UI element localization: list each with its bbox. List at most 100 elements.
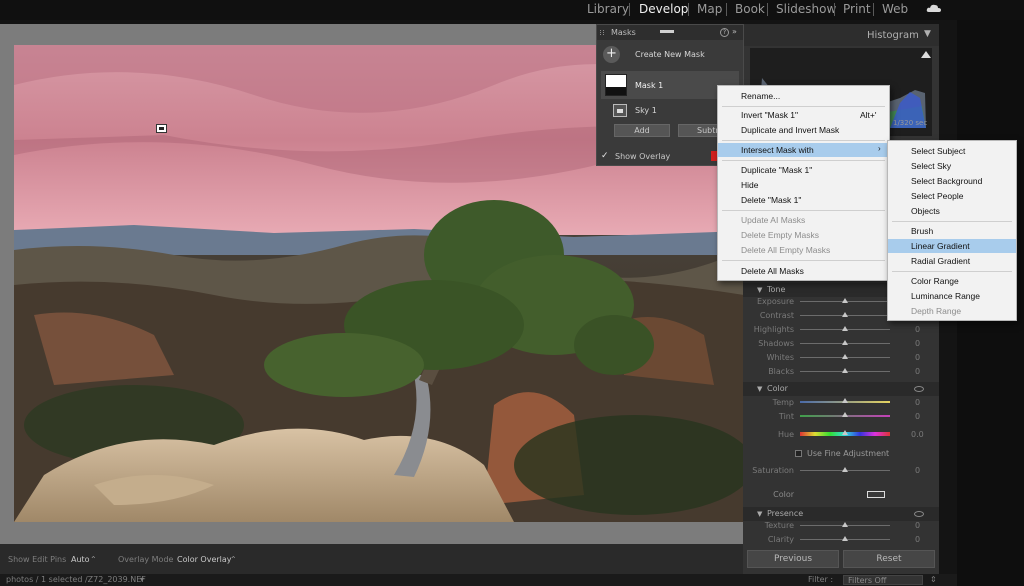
submenu-item-select-sky[interactable]: Select Sky <box>888 159 1016 173</box>
menu-item-hide[interactable]: Hide <box>718 178 889 192</box>
slider-thumb[interactable] <box>842 354 848 359</box>
histogram-header[interactable]: Histogram ▼ <box>743 24 939 46</box>
menu-item-label: Color Range <box>911 276 959 286</box>
plus-icon[interactable]: + <box>603 46 620 63</box>
submenu-item-luminance-range[interactable]: Luminance Range <box>888 289 1016 303</box>
slider-clarity[interactable]: Clarity 0 <box>743 533 939 547</box>
slider-track[interactable] <box>800 368 890 373</box>
submenu-item-linear-gradient[interactable]: Linear Gradient <box>888 239 1016 253</box>
slider-value[interactable]: 0 <box>915 521 920 530</box>
slider-shadows[interactable]: Shadows 0 <box>743 337 939 351</box>
slider-thumb[interactable] <box>842 412 848 417</box>
color-section-header[interactable]: ▼ Color <box>743 382 939 396</box>
slider-thumb[interactable] <box>842 340 848 345</box>
collapse-caret-icon[interactable]: ▼ <box>924 29 931 39</box>
slider-blacks[interactable]: Blacks 0 <box>743 365 939 379</box>
slider-track[interactable] <box>800 398 890 403</box>
grip-icon[interactable] <box>600 30 604 35</box>
slider-thumb[interactable] <box>842 326 848 331</box>
slider-temp[interactable]: Temp 0 <box>743 396 939 410</box>
menu-item-duplicate[interactable]: Duplicate "Mask 1" <box>718 163 889 177</box>
slider-track[interactable] <box>800 340 890 345</box>
overlay-mode-dropdown[interactable]: Color Overlay <box>177 555 232 564</box>
slider-thumb[interactable] <box>842 368 848 373</box>
eye-icon[interactable] <box>914 386 924 392</box>
cloud-icon[interactable] <box>926 3 942 13</box>
slider-thumb[interactable] <box>842 398 848 403</box>
slider-value[interactable]: 0 <box>915 353 920 362</box>
module-separator <box>726 3 727 16</box>
menu-item-invert[interactable]: Invert "Mask 1" Alt+' <box>718 108 889 122</box>
previous-button[interactable]: Previous <box>747 550 839 568</box>
collapse-bar-icon[interactable] <box>660 30 674 33</box>
module-slideshow[interactable]: Slideshow <box>776 2 836 16</box>
slider-saturation[interactable]: Saturation 0 <box>743 464 939 478</box>
slider-value[interactable]: 0 <box>915 367 920 376</box>
color-swatch[interactable] <box>867 491 885 498</box>
eye-icon[interactable] <box>914 511 924 517</box>
masks-panel-header[interactable]: Masks ? » <box>597 25 743 40</box>
menu-item-intersect[interactable]: Intersect Mask with › <box>718 143 889 157</box>
slider-track[interactable] <box>800 326 890 331</box>
module-library[interactable]: Library <box>587 2 629 16</box>
slider-value[interactable]: 0 <box>915 339 920 348</box>
slider-track[interactable] <box>800 467 890 472</box>
submenu-item-radial-gradient[interactable]: Radial Gradient <box>888 254 1016 268</box>
add-mask-button[interactable]: Add <box>614 124 670 137</box>
submenu-item-select-background[interactable]: Select Background <box>888 174 1016 188</box>
edit-pins-dropdown[interactable]: Auto <box>71 555 90 564</box>
module-develop[interactable]: Develop <box>639 2 688 16</box>
submenu-item-select-subject[interactable]: Select Subject <box>888 144 1016 158</box>
reset-button[interactable]: Reset <box>843 550 935 568</box>
slider-thumb[interactable] <box>842 522 848 527</box>
slider-value[interactable]: 0.0 <box>911 430 924 439</box>
dropdown-arrow-icon[interactable]: ⌃ <box>230 555 237 564</box>
menu-item-delete-all[interactable]: Delete All Masks <box>718 264 889 278</box>
slider-value[interactable]: 0 <box>915 398 920 407</box>
menu-item-duplicate-invert[interactable]: Duplicate and Invert Mask <box>718 123 889 137</box>
slider-value[interactable]: 0 <box>915 466 920 475</box>
slider-track[interactable] <box>800 430 890 436</box>
slider-value[interactable]: 0 <box>915 535 920 544</box>
slider-value[interactable]: 0 <box>915 325 920 334</box>
module-print[interactable]: Print <box>843 2 871 16</box>
mask-thumbnail <box>605 74 627 96</box>
module-map[interactable]: Map <box>697 2 722 16</box>
submenu-item-objects[interactable]: Objects <box>888 204 1016 218</box>
menu-item-rename[interactable]: Rename... <box>718 89 889 103</box>
slider-track[interactable] <box>800 412 890 417</box>
submenu-item-select-people[interactable]: Select People <box>888 189 1016 203</box>
slider-thumb[interactable] <box>842 312 848 317</box>
mask-pin-icon[interactable] <box>156 124 167 133</box>
create-new-mask-button[interactable]: + Create New Mask <box>603 45 741 65</box>
menu-item-delete[interactable]: Delete "Mask 1" <box>718 193 889 207</box>
slider-hue[interactable]: Hue 0.0 <box>743 428 939 442</box>
slider-thumb[interactable] <box>842 298 848 303</box>
slider-thumb[interactable] <box>842 467 848 472</box>
submenu-item-color-range[interactable]: Color Range <box>888 274 1016 288</box>
mask-component-item[interactable]: Sky 1 <box>613 103 733 119</box>
slider-track[interactable] <box>800 522 890 527</box>
help-icon[interactable]: ? <box>720 28 729 37</box>
dropdown-arrow-icon[interactable]: ⌃ <box>90 555 97 564</box>
slider-track[interactable] <box>800 312 890 317</box>
module-book[interactable]: Book <box>735 2 765 16</box>
checkmark-icon[interactable]: ✓ <box>601 151 609 161</box>
slider-value[interactable]: 0 <box>915 412 920 421</box>
submenu-item-brush[interactable]: Brush <box>888 224 1016 238</box>
slider-tint[interactable]: Tint 0 <box>743 410 939 424</box>
slider-track[interactable] <box>800 298 890 303</box>
filter-menu-icon[interactable]: ⇕ <box>930 575 937 584</box>
filter-dropdown[interactable]: Filters Off <box>843 575 923 585</box>
slider-texture[interactable]: Texture 0 <box>743 519 939 533</box>
slider-thumb[interactable] <box>842 430 848 435</box>
slider-thumb[interactable] <box>842 536 848 541</box>
slider-whites[interactable]: Whites 0 <box>743 351 939 365</box>
collapse-panel-icon[interactable]: » <box>732 27 737 36</box>
slider-track[interactable] <box>800 354 890 359</box>
path-menu-icon[interactable]: ▾ <box>140 575 144 584</box>
checkbox[interactable] <box>795 450 802 457</box>
slider-track[interactable] <box>800 536 890 541</box>
slider-highlights[interactable]: Highlights 0 <box>743 323 939 337</box>
module-web[interactable]: Web <box>882 2 908 16</box>
